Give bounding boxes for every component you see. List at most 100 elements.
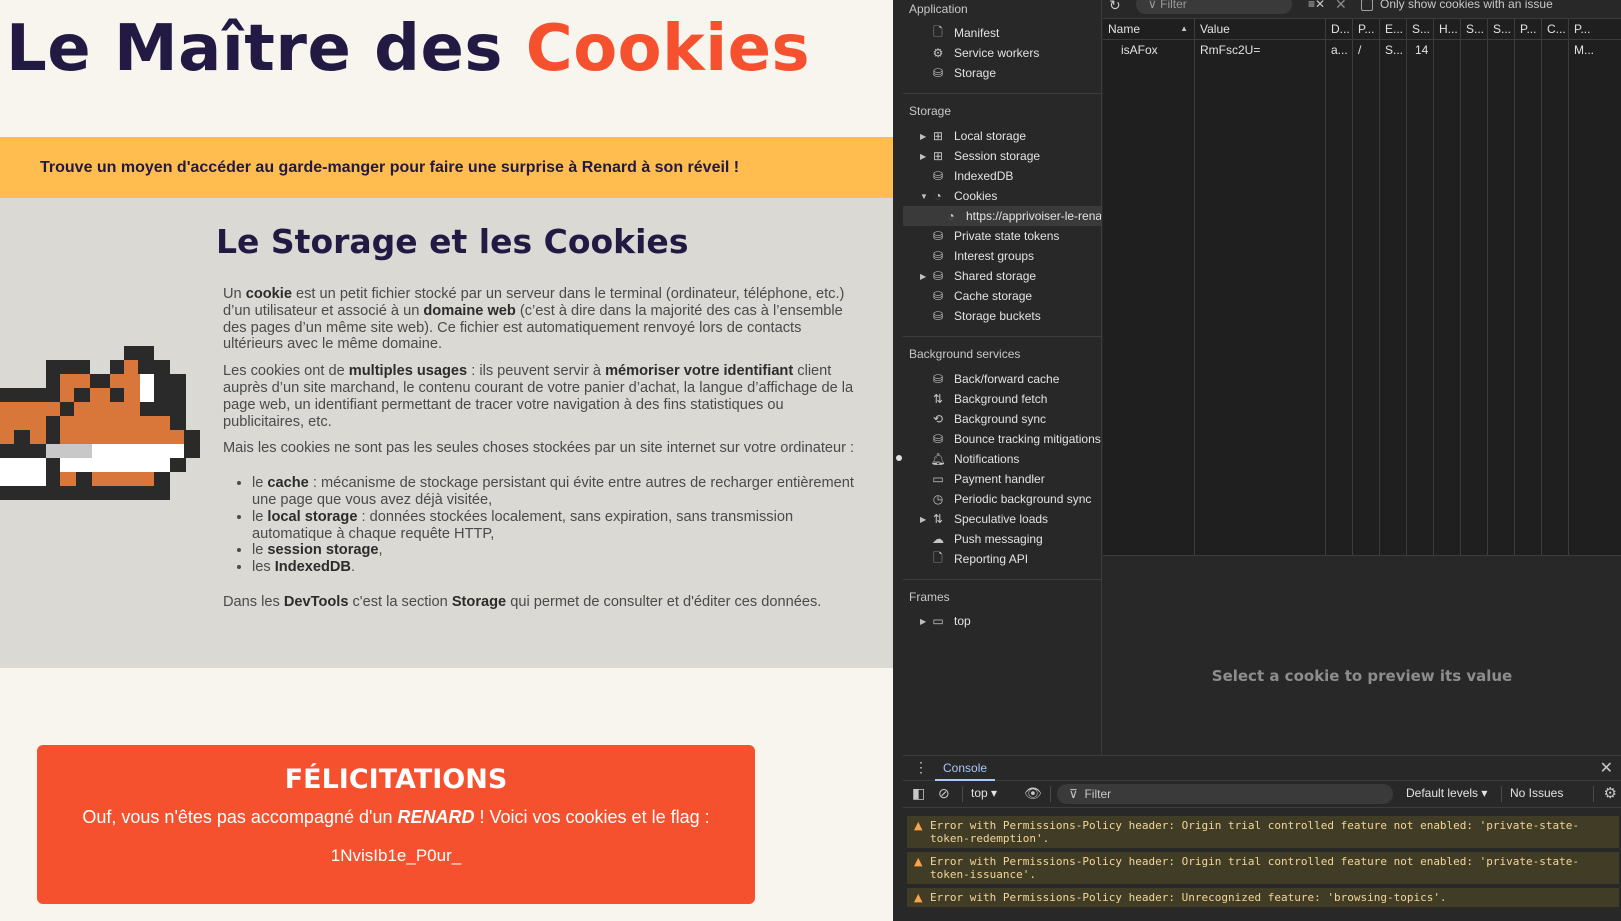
gears-icon: ⚙ bbox=[932, 46, 944, 60]
sidebar-item-back-forward-cache[interactable]: ⛁ Back/forward cache bbox=[903, 369, 1101, 389]
context-select[interactable]: top ▾ bbox=[971, 786, 997, 800]
column-name: Name ▲ isAFox bbox=[1103, 19, 1195, 555]
column-header[interactable]: S... bbox=[1407, 19, 1433, 40]
table-cell[interactable] bbox=[1434, 40, 1460, 60]
column-header[interactable]: Value bbox=[1195, 19, 1325, 40]
sidebar-item-service-workers[interactable]: ⚙ Service workers bbox=[903, 43, 1101, 63]
column-header[interactable]: P... bbox=[1515, 19, 1541, 40]
issues-counter[interactable]: No Issues bbox=[1510, 786, 1563, 800]
sidebar-item-reporting-api[interactable]: 🗋 Reporting API bbox=[903, 549, 1101, 569]
table-cell[interactable]: / bbox=[1353, 40, 1379, 60]
group-title-application: Application bbox=[909, 2, 968, 16]
column-header[interactable]: H... bbox=[1434, 19, 1460, 40]
table-cell[interactable]: S... bbox=[1380, 40, 1406, 60]
database-icon: ⛁ bbox=[932, 372, 944, 386]
sidebar-item-local-storage[interactable]: ▶ ⊞ Local storage bbox=[903, 126, 1101, 146]
console-filter-input[interactable]: ⊽ Filter bbox=[1057, 784, 1393, 804]
column-header[interactable]: D... bbox=[1326, 19, 1352, 40]
sidebar-item-session-storage[interactable]: ▶ ⊞ Session storage bbox=[903, 146, 1101, 166]
arrows-icon: ⇅ bbox=[932, 392, 944, 406]
delete-selected-icon[interactable]: ✕ bbox=[1335, 0, 1347, 13]
table-cell[interactable] bbox=[1488, 40, 1514, 60]
column-header[interactable]: P... bbox=[1569, 19, 1621, 40]
frame-icon: ▭ bbox=[932, 614, 944, 628]
column-header[interactable]: P... bbox=[1353, 19, 1379, 40]
column-header[interactable]: E... bbox=[1380, 19, 1406, 40]
sidebar-item-storage[interactable]: ⛁ Storage bbox=[903, 63, 1101, 83]
gear-icon[interactable]: ⚙ bbox=[1604, 784, 1617, 802]
expand-arrow-icon[interactable]: ▶ bbox=[920, 617, 928, 626]
table-cell[interactable]: 14 bbox=[1407, 40, 1433, 60]
table-cell[interactable]: a... bbox=[1326, 40, 1352, 60]
cookie-filter-input[interactable]: ⊽ Filter bbox=[1136, 0, 1292, 14]
only-issues-checkbox[interactable] bbox=[1361, 0, 1373, 11]
expand-arrow-icon[interactable]: ▶ bbox=[920, 152, 928, 161]
expand-arrow-icon[interactable]: ▶ bbox=[920, 132, 928, 141]
divider bbox=[962, 786, 963, 802]
storage-list: le cache : mécanisme de stockage persist… bbox=[252, 475, 863, 576]
table-cell[interactable]: isAFox bbox=[1103, 40, 1194, 60]
database-icon: ⛁ bbox=[932, 432, 944, 446]
sidebar-item-cache-storage[interactable]: ⛁ Cache storage bbox=[903, 286, 1101, 306]
sidebar-item-cookies[interactable]: ▼ ◔ Cookies bbox=[903, 186, 1101, 206]
eye-icon[interactable]: 👁︎ bbox=[1024, 785, 1042, 802]
column-expires: E... S... bbox=[1380, 19, 1407, 555]
sidebar-item-frame-top[interactable]: ▶ ▭ top bbox=[903, 611, 1101, 631]
expand-arrow-icon[interactable]: ▶ bbox=[920, 515, 928, 524]
table-cell[interactable]: M... bbox=[1569, 40, 1621, 60]
sidebar-item-speculative-loads[interactable]: ▶ ⇅ Speculative loads bbox=[903, 509, 1101, 529]
sidebar-item-shared-storage[interactable]: ▶ ⛁ Shared storage bbox=[903, 266, 1101, 286]
sidebar-item-cookie-origin[interactable]: ◔ https://apprivoiser-le-rena bbox=[903, 206, 1101, 226]
list-item: le local storage : données stockées loca… bbox=[252, 509, 863, 543]
congratulations-message: Ouf, vous n'êtes pas accompagné d'un REN… bbox=[82, 807, 710, 827]
table-cell[interactable] bbox=[1542, 40, 1568, 60]
sidebar-item-background-fetch[interactable]: ⇅ Background fetch bbox=[903, 389, 1101, 409]
column-header[interactable]: S... bbox=[1488, 19, 1514, 40]
tab-console[interactable]: Console bbox=[935, 756, 996, 781]
table-cell[interactable]: RmFsc2U= bbox=[1195, 40, 1325, 60]
warning-icon: ▲ bbox=[914, 855, 923, 868]
sync-icon: ⟲ bbox=[932, 412, 944, 426]
sidebar-item-notifications[interactable]: 🔔︎ Notifications bbox=[903, 449, 1101, 469]
splitter-handle-icon[interactable] bbox=[896, 455, 902, 461]
column-partition-key: P... bbox=[1515, 19, 1542, 555]
sidebar-toggle-icon[interactable]: ◧ bbox=[912, 785, 925, 802]
sort-ascending-icon[interactable]: ▲ bbox=[1180, 24, 1188, 33]
paragraph-devtools: Dans les DevTools c'est la section Stora… bbox=[223, 593, 822, 610]
group-title-background-services: Background services bbox=[909, 347, 1021, 361]
sidebar-item-interest-groups[interactable]: ⛁ Interest groups bbox=[903, 246, 1101, 266]
more-options-icon[interactable]: ⋮ bbox=[914, 759, 928, 776]
collapse-arrow-icon[interactable]: ▼ bbox=[920, 192, 928, 201]
web-page: Le Maître des Cookies Trouve un moyen d'… bbox=[0, 0, 893, 921]
sidebar-item-storage-buckets[interactable]: ⛁ Storage buckets bbox=[903, 306, 1101, 326]
expand-arrow-icon[interactable]: ▶ bbox=[920, 272, 928, 281]
column-header[interactable]: S... bbox=[1461, 19, 1487, 40]
column-samesite: S... bbox=[1488, 19, 1515, 555]
divider bbox=[1593, 786, 1594, 802]
sidebar-item-push-messaging[interactable]: ☁ Push messaging bbox=[903, 529, 1101, 549]
console-warning: ▲ Error with Permissions-Policy header: … bbox=[907, 816, 1619, 848]
sidebar-item-bounce-tracking[interactable]: ⛁ Bounce tracking mitigations bbox=[903, 429, 1101, 449]
table-cell[interactable] bbox=[1461, 40, 1487, 60]
sidebar-item-manifest[interactable]: 🗋 Manifest bbox=[903, 23, 1101, 43]
log-levels-select[interactable]: Default levels ▾ bbox=[1406, 786, 1487, 800]
table-cell[interactable] bbox=[1515, 40, 1541, 60]
sidebar-item-periodic-background-sync[interactable]: ◷ Periodic background sync bbox=[903, 489, 1101, 509]
sidebar-item-background-sync[interactable]: ⟲ Background sync bbox=[903, 409, 1101, 429]
divider bbox=[1050, 786, 1051, 802]
sidebar-item-private-state-tokens[interactable]: ⛁ Private state tokens bbox=[903, 226, 1101, 246]
close-icon[interactable]: ✕ bbox=[1600, 758, 1613, 778]
congratulations-box: FÉLICITATIONS Ouf, vous n'êtes pas accom… bbox=[37, 745, 755, 904]
column-header[interactable]: C... bbox=[1542, 19, 1568, 40]
list-item: les IndexedDB. bbox=[252, 559, 863, 576]
sidebar-item-indexeddb[interactable]: ⛁ IndexedDB bbox=[903, 166, 1101, 186]
console-drawer: ⋮ Console ✕ ◧ ⊘ top ▾ 👁︎ ⊽ Filter Defaul… bbox=[903, 755, 1621, 921]
grid-icon: ⊞ bbox=[932, 129, 944, 143]
clear-all-cookies-icon[interactable]: ≡✕ bbox=[1308, 0, 1325, 11]
devtools-splitter[interactable] bbox=[893, 0, 903, 921]
sidebar-item-payment-handler[interactable]: ▭ Payment handler bbox=[903, 469, 1101, 489]
refresh-icon[interactable]: ↻ bbox=[1109, 0, 1121, 14]
clock-icon: ◷ bbox=[932, 492, 944, 506]
divider bbox=[903, 579, 1101, 580]
clear-console-icon[interactable]: ⊘ bbox=[938, 785, 950, 802]
